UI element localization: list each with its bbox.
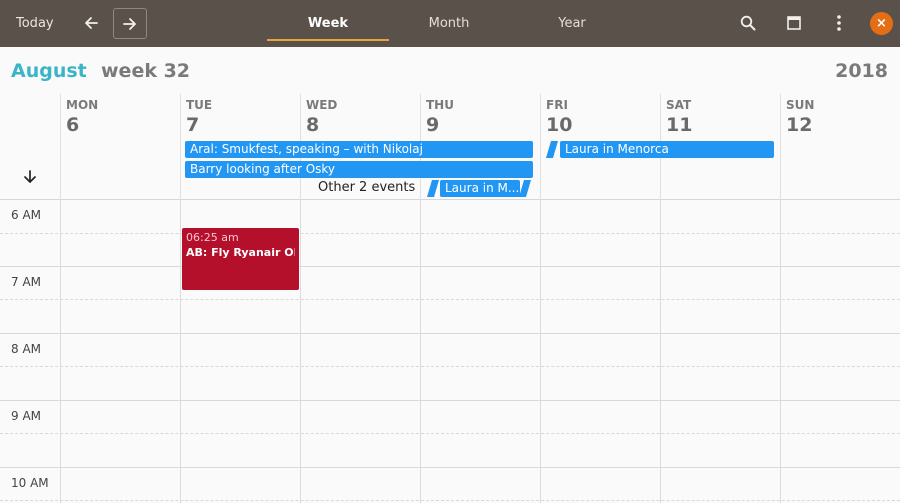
event-time: 06:25 am [186,231,239,244]
search-icon[interactable] [733,8,763,38]
column-divider [660,200,661,503]
column-divider [780,200,781,503]
all-day-event[interactable]: Aral: Smukfest, speaking – with Nikolaj [185,141,533,158]
event-continuation-marker [546,141,558,158]
hour-label: 10 AM [11,476,49,490]
hour-line [0,333,900,334]
arrow-left-icon[interactable] [76,8,106,38]
all-day-event[interactable]: Laura in M... [440,180,520,197]
event-continuation-marker [519,180,531,197]
day-name: SUN [786,98,815,112]
day-number: 10 [546,114,573,136]
day-number: 12 [786,114,813,136]
half-hour-line [0,500,900,501]
hour-line [0,266,900,267]
hour-label: 9 AM [11,409,42,423]
day-name: SAT [666,98,692,112]
all-day-event[interactable]: Laura in Menorca [560,141,774,158]
hour-label: 7 AM [11,275,42,289]
hour-label: 6 AM [11,208,42,222]
day-name: TUE [186,98,213,112]
column-divider [300,200,301,503]
event-title: AB: Fly Ryanair OR... [186,246,295,259]
day-header-sun[interactable]: SUN 12 [780,94,900,200]
half-hour-line [0,433,900,434]
day-name: FRI [546,98,568,112]
header-bar: Today Week Month Year × [0,0,900,47]
tab-week[interactable]: Week [267,0,389,47]
hour-label: 8 AM [11,342,42,356]
year-label: 2018 [835,60,888,82]
day-number: 9 [426,114,440,136]
column-divider [180,200,181,503]
day-name: THU [426,98,454,112]
week-time-grid[interactable]: 6 AM 7 AM 8 AM 9 AM 10 AM [0,200,900,503]
day-name: WED [306,98,338,112]
column-divider [420,200,421,503]
hour-line [0,400,900,401]
day-number: 11 [666,114,693,136]
day-header-mon[interactable]: MON 6 [60,94,180,200]
day-number: 8 [306,114,320,136]
arrow-right-icon[interactable] [113,8,147,39]
day-number: 6 [66,114,80,136]
window-icon[interactable] [779,8,809,38]
half-hour-line [0,233,900,234]
column-divider [60,200,61,503]
column-divider [540,200,541,503]
close-icon[interactable]: × [870,12,893,35]
event-continuation-marker [427,180,439,197]
expand-down-icon[interactable] [20,168,40,186]
day-number: 7 [186,114,200,136]
today-button[interactable]: Today [8,8,62,38]
day-name: MON [66,98,99,112]
half-hour-line [0,366,900,367]
half-hour-line [0,299,900,300]
month-label: August [11,60,87,82]
kebab-menu-icon[interactable] [824,8,854,38]
tab-year[interactable]: Year [512,0,632,47]
other-events-link[interactable]: Other 2 events [318,180,415,195]
week-label: week 32 [101,60,191,82]
hour-line [0,467,900,468]
tab-month[interactable]: Month [389,0,509,47]
all-day-event[interactable]: Barry looking after Osky [185,161,533,178]
timed-event[interactable]: 06:25 am AB: Fly Ryanair OR... [182,228,299,290]
